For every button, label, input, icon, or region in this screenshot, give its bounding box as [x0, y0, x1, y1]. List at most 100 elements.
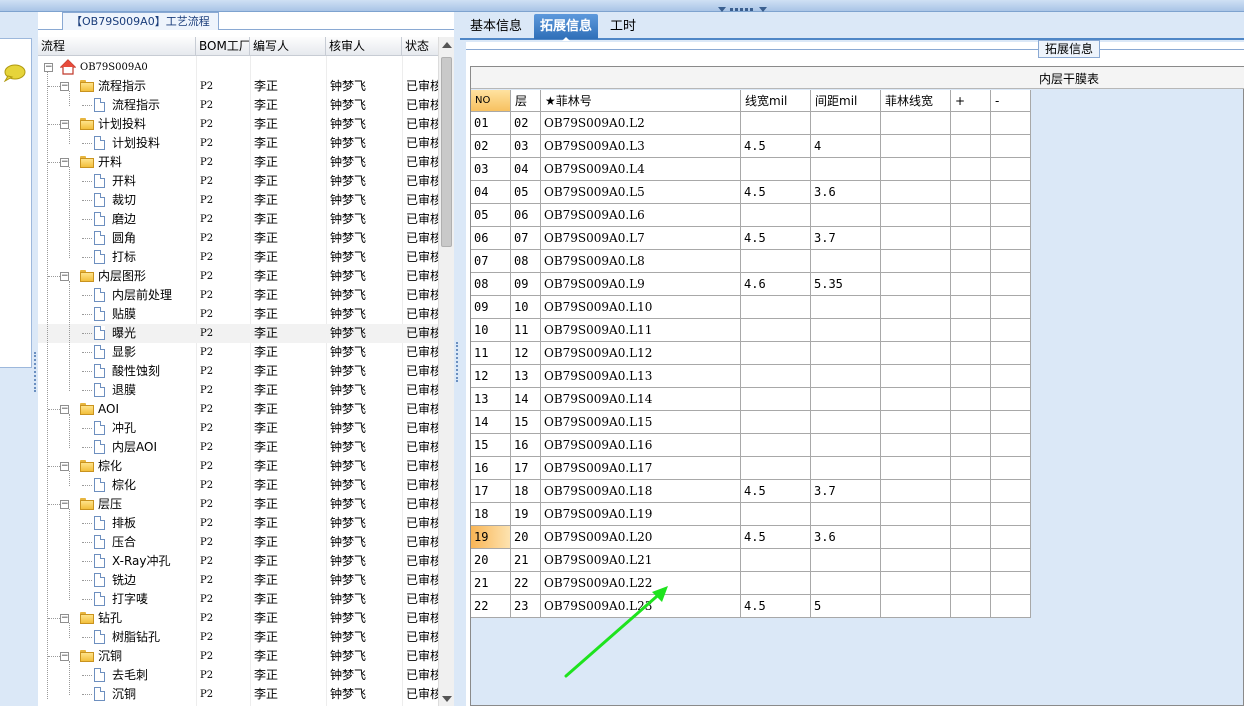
spacing-cell[interactable]: [811, 411, 881, 434]
spacing-cell[interactable]: [811, 112, 881, 135]
spacing-cell[interactable]: 5: [811, 595, 881, 618]
line-width-cell[interactable]: 4.5: [741, 135, 811, 158]
table-row[interactable]: − 开料 P2 李正 钟梦飞 已审核: [38, 153, 442, 172]
table-row[interactable]: 内层AOI P2 李正 钟梦飞 已审核: [38, 438, 442, 457]
collapse-icon[interactable]: −: [60, 272, 69, 281]
film-line-width-cell[interactable]: [881, 158, 951, 181]
film-line-width-cell[interactable]: [881, 342, 951, 365]
flow-column-header[interactable]: BOM工厂: [196, 37, 250, 56]
film-line-width-cell[interactable]: [881, 181, 951, 204]
minus-cell[interactable]: [991, 250, 1031, 273]
plus-cell[interactable]: [951, 250, 991, 273]
film-line-width-cell[interactable]: [881, 526, 951, 549]
collapse-icon[interactable]: −: [60, 500, 69, 509]
film-line-width-cell[interactable]: [881, 296, 951, 319]
line-width-cell[interactable]: [741, 204, 811, 227]
minus-cell[interactable]: [991, 457, 1031, 480]
table-row[interactable]: 排板 P2 李正 钟梦飞 已审核: [38, 514, 442, 533]
plus-cell[interactable]: [951, 273, 991, 296]
plus-cell[interactable]: [951, 503, 991, 526]
table-row[interactable]: 棕化 P2 李正 钟梦飞 已审核: [38, 476, 442, 495]
plus-cell[interactable]: [951, 342, 991, 365]
line-width-cell[interactable]: [741, 319, 811, 342]
minus-cell[interactable]: [991, 526, 1031, 549]
spacing-cell[interactable]: 3.6: [811, 181, 881, 204]
minus-cell[interactable]: [991, 365, 1031, 388]
table-row[interactable]: 打标 P2 李正 钟梦飞 已审核: [38, 248, 442, 267]
spacing-cell[interactable]: [811, 434, 881, 457]
minus-cell[interactable]: [991, 273, 1031, 296]
line-width-cell[interactable]: [741, 503, 811, 526]
plus-cell[interactable]: [951, 549, 991, 572]
film-line-width-cell[interactable]: [881, 411, 951, 434]
table-row[interactable]: 开料 P2 李正 钟梦飞 已审核: [38, 172, 442, 191]
table-column-header[interactable]: ★菲林号: [541, 90, 741, 112]
table-row[interactable]: 磨边 P2 李正 钟梦飞 已审核: [38, 210, 442, 229]
film-line-width-cell[interactable]: [881, 273, 951, 296]
plus-cell[interactable]: [951, 365, 991, 388]
collapse-icon[interactable]: −: [60, 120, 69, 129]
table-row[interactable]: − 计划投料 P2 李正 钟梦飞 已审核: [38, 115, 442, 134]
spacing-cell[interactable]: [811, 388, 881, 411]
line-width-cell[interactable]: [741, 434, 811, 457]
film-line-width-cell[interactable]: [881, 434, 951, 457]
flow-column-header[interactable]: 核审人: [326, 37, 402, 56]
table-row[interactable]: 去毛刺 P2 李正 钟梦飞 已审核: [38, 666, 442, 685]
line-width-cell[interactable]: [741, 549, 811, 572]
table-row[interactable]: 酸性蚀刻 P2 李正 钟梦飞 已审核: [38, 362, 442, 381]
table-row[interactable]: − AOI P2 李正 钟梦飞 已审核: [38, 400, 442, 419]
spacing-cell[interactable]: 3.7: [811, 227, 881, 250]
minus-cell[interactable]: [991, 480, 1031, 503]
table-row[interactable]: − 棕化 P2 李正 钟梦飞 已审核: [38, 457, 442, 476]
line-width-cell[interactable]: [741, 365, 811, 388]
minus-cell[interactable]: [991, 319, 1031, 342]
table-row[interactable]: 铣边 P2 李正 钟梦飞 已审核: [38, 571, 442, 590]
minus-cell[interactable]: [991, 296, 1031, 319]
plus-cell[interactable]: [951, 158, 991, 181]
spacing-cell[interactable]: [811, 457, 881, 480]
line-width-cell[interactable]: [741, 572, 811, 595]
spacing-cell[interactable]: [811, 342, 881, 365]
minus-cell[interactable]: [991, 158, 1031, 181]
collapse-icon[interactable]: −: [44, 63, 53, 72]
table-column-header[interactable]: -: [991, 90, 1031, 112]
spacing-cell[interactable]: [811, 503, 881, 526]
plus-cell[interactable]: [951, 296, 991, 319]
collapse-icon[interactable]: −: [60, 652, 69, 661]
spacing-cell[interactable]: 5.35: [811, 273, 881, 296]
chat-bubble-icon[interactable]: [2, 64, 26, 82]
table-row[interactable]: − 内层图形 P2 李正 钟梦飞 已审核: [38, 267, 442, 286]
spacing-cell[interactable]: 4: [811, 135, 881, 158]
table-row[interactable]: 树脂钻孔 P2 李正 钟梦飞 已审核: [38, 628, 442, 647]
plus-cell[interactable]: [951, 457, 991, 480]
tab-work-hours[interactable]: 工时: [604, 14, 642, 39]
table-row[interactable]: 曝光 P2 李正 钟梦飞 已审核: [38, 324, 442, 343]
line-width-cell[interactable]: [741, 388, 811, 411]
plus-cell[interactable]: [951, 204, 991, 227]
film-line-width-cell[interactable]: [881, 503, 951, 526]
table-row[interactable]: − 沉铜 P2 李正 钟梦飞 已审核: [38, 647, 442, 666]
flow-column-header[interactable]: 编写人: [250, 37, 326, 56]
plus-cell[interactable]: [951, 480, 991, 503]
minus-cell[interactable]: [991, 411, 1031, 434]
table-column-header[interactable]: +: [951, 90, 991, 112]
table-row[interactable]: 沉铜 P2 李正 钟梦飞 已审核: [38, 685, 442, 704]
film-line-width-cell[interactable]: [881, 457, 951, 480]
spacing-cell[interactable]: 3.7: [811, 480, 881, 503]
film-line-width-cell[interactable]: [881, 595, 951, 618]
scroll-down-icon[interactable]: [442, 696, 452, 702]
line-width-cell[interactable]: [741, 112, 811, 135]
flow-grid-scrollbar[interactable]: [438, 37, 454, 706]
table-row[interactable]: 打字唛 P2 李正 钟梦飞 已审核: [38, 590, 442, 609]
plus-cell[interactable]: [951, 411, 991, 434]
collapse-icon[interactable]: −: [60, 462, 69, 471]
minus-cell[interactable]: [991, 204, 1031, 227]
collapse-icon[interactable]: −: [60, 614, 69, 623]
plus-cell[interactable]: [951, 181, 991, 204]
table-column-header[interactable]: 菲林线宽: [881, 90, 951, 112]
table-column-header[interactable]: 线宽mil: [741, 90, 811, 112]
plus-cell[interactable]: [951, 319, 991, 342]
plus-cell[interactable]: [951, 572, 991, 595]
minus-cell[interactable]: [991, 342, 1031, 365]
table-row[interactable]: 显影 P2 李正 钟梦飞 已审核: [38, 343, 442, 362]
